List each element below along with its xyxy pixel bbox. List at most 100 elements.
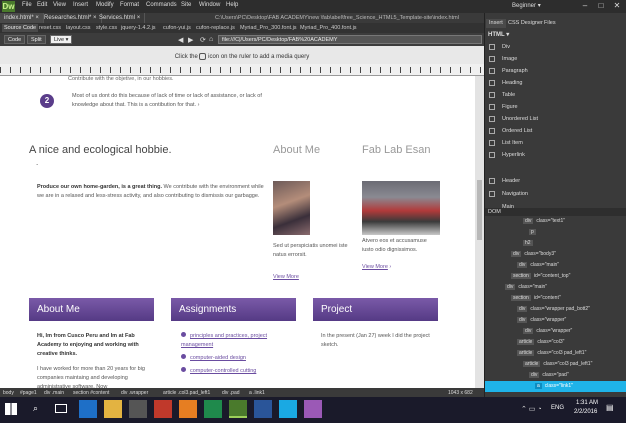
- store-icon[interactable]: [129, 400, 147, 418]
- edge-icon[interactable]: [79, 400, 97, 418]
- language-indicator[interactable]: ENG: [551, 405, 564, 411]
- tag-crumb[interactable]: #page1: [20, 390, 37, 396]
- clock-date[interactable]: 2/2/2016: [574, 409, 597, 415]
- related-file[interactable]: reset.css: [39, 25, 61, 31]
- menu-format[interactable]: Format: [120, 2, 139, 8]
- tab-researches[interactable]: Researches.html* ×: [40, 13, 102, 23]
- home-icon[interactable]: ⌂: [209, 36, 213, 43]
- file-explorer-icon[interactable]: [104, 400, 122, 418]
- assignment-link[interactable]: computer-controlled cutting: [190, 368, 256, 374]
- related-file[interactable]: Myriad_Pro_300.font.js: [240, 25, 297, 31]
- related-file[interactable]: Myriad_Pro_400.font.js: [300, 25, 357, 31]
- insert-hyperlink[interactable]: Hyperlink: [502, 152, 525, 158]
- insert-ordered-list[interactable]: Ordered List: [502, 128, 532, 134]
- dom-node[interactable]: div class="wrapper": [485, 315, 626, 326]
- about-view-more-link[interactable]: View More: [273, 274, 299, 280]
- firefox-icon[interactable]: [179, 400, 197, 418]
- insert-figure[interactable]: Figure: [502, 104, 518, 110]
- dom-node[interactable]: article class="col3 pad_left1": [485, 359, 626, 370]
- dreamweaver-taskbar-icon[interactable]: [229, 400, 247, 418]
- close-icon[interactable]: ×: [137, 15, 141, 21]
- ruler[interactable]: [0, 64, 484, 76]
- insert-navigation[interactable]: Navigation: [502, 191, 528, 197]
- split-view-button[interactable]: Split: [27, 35, 46, 44]
- address-field[interactable]: file:///C|/Users/PC/Desktop/FAB%20ACADEM…: [218, 35, 482, 44]
- tag-crumb[interactable]: body: [3, 390, 14, 396]
- notifications-icon[interactable]: ▤: [606, 403, 614, 412]
- insert-paragraph[interactable]: Paragraph: [502, 68, 528, 74]
- lab-view-more-link[interactable]: View More ›: [362, 264, 391, 270]
- tag-crumb[interactable]: a .link1: [249, 390, 265, 396]
- close-icon[interactable]: ✕: [609, 0, 625, 12]
- insert-table[interactable]: Table: [502, 92, 515, 98]
- tab-index[interactable]: index.html* ×: [0, 13, 44, 23]
- dom-node[interactable]: div class="wrapper": [485, 326, 626, 337]
- back-icon[interactable]: ◀: [178, 36, 183, 44]
- dom-node[interactable]: section id="content": [485, 293, 626, 304]
- menu-modify[interactable]: Modify: [96, 2, 114, 8]
- window-size[interactable]: 1043 x 682: [448, 390, 473, 396]
- dom-node[interactable]: div class="main": [485, 260, 626, 271]
- task-view-icon[interactable]: [55, 404, 67, 413]
- app-icon[interactable]: [304, 400, 322, 418]
- minimize-icon[interactable]: –: [577, 0, 593, 12]
- forward-icon[interactable]: ▶: [188, 36, 193, 44]
- menu-view[interactable]: View: [53, 2, 66, 8]
- live-view-dropdown[interactable]: Live ▾: [50, 35, 73, 44]
- close-icon[interactable]: ×: [35, 15, 39, 21]
- tab-services[interactable]: Services.html ×: [95, 13, 146, 23]
- tag-crumb[interactable]: section #content: [73, 390, 109, 396]
- word-icon[interactable]: [254, 400, 272, 418]
- related-file[interactable]: cufon-yui.js: [163, 25, 191, 31]
- assignment-link[interactable]: principles and practices, project manage…: [181, 333, 267, 348]
- menu-file[interactable]: File: [22, 2, 32, 8]
- tag-crumb[interactable]: article .col3.pad_left1: [163, 390, 210, 396]
- dom-node[interactable]: div class="text1": [485, 216, 626, 227]
- maximize-icon[interactable]: □: [593, 0, 609, 12]
- scrollbar-thumb[interactable]: [477, 180, 482, 240]
- clock-time[interactable]: 1:31 AM: [576, 400, 598, 406]
- skype-icon[interactable]: [279, 400, 297, 418]
- menu-commands[interactable]: Commands: [146, 2, 177, 8]
- insert-unordered-list[interactable]: Unordered List: [502, 116, 538, 122]
- insert-header[interactable]: Header: [502, 178, 520, 184]
- assignment-link[interactable]: computer-aided design: [190, 355, 246, 361]
- media-player-icon[interactable]: [154, 400, 172, 418]
- design-view[interactable]: Contribute with the objetive, in our hob…: [0, 76, 475, 388]
- media-query-bar[interactable]: Click the icon on the ruler to add a med…: [0, 46, 484, 64]
- dom-node[interactable]: section id="content_top": [485, 271, 626, 282]
- dom-node[interactable]: div class="pad": [485, 370, 626, 381]
- tag-crumb[interactable]: div .main: [44, 390, 64, 396]
- related-file[interactable]: style.css: [96, 25, 117, 31]
- menu-window[interactable]: Window: [199, 2, 220, 8]
- code-view-button[interactable]: Code: [4, 35, 26, 44]
- dom-tree[interactable]: div class="text1" p h2 div class="body3" div cl…: [485, 216, 626, 397]
- dom-node[interactable]: article class="col3": [485, 337, 626, 348]
- related-file[interactable]: cufon-replace.js: [196, 25, 235, 31]
- insert-heading[interactable]: Heading: [502, 80, 523, 86]
- dom-node[interactable]: article class="col3 pad_left1": [485, 348, 626, 359]
- workspace-switcher[interactable]: Beginner ▾: [512, 2, 541, 9]
- dom-node[interactable]: a class="link1": [485, 381, 626, 392]
- system-tray-icons[interactable]: ⌃ ▭ ◔: [521, 405, 542, 413]
- dom-node[interactable]: p: [485, 227, 626, 238]
- dom-node[interactable]: div class="main": [485, 282, 626, 293]
- panel-tab-css-designer[interactable]: CSS Designer: [505, 19, 546, 28]
- panel-tab-files[interactable]: Files: [541, 19, 559, 28]
- panel-tab-insert[interactable]: Insert: [486, 19, 506, 28]
- menu-site[interactable]: Site: [181, 2, 191, 8]
- refresh-icon[interactable]: ⟳: [200, 36, 206, 44]
- tag-crumb[interactable]: div .pad: [222, 390, 240, 396]
- insert-image[interactable]: Image: [502, 56, 517, 62]
- menu-insert[interactable]: Insert: [73, 2, 88, 8]
- menu-help[interactable]: Help: [226, 2, 238, 8]
- insert-category-select[interactable]: HTML ▾: [488, 31, 509, 38]
- search-icon[interactable]: ⌕: [33, 403, 38, 414]
- tag-crumb[interactable]: div .wrapper: [121, 390, 148, 396]
- insert-div[interactable]: Div: [502, 44, 510, 50]
- related-file-source-code[interactable]: Source Code: [2, 24, 39, 32]
- chrome-icon[interactable]: [204, 400, 222, 418]
- related-file[interactable]: jquery-1.4.2.js: [121, 25, 156, 31]
- related-file[interactable]: layout.css: [66, 25, 90, 31]
- insert-list-item[interactable]: List Item: [502, 140, 523, 146]
